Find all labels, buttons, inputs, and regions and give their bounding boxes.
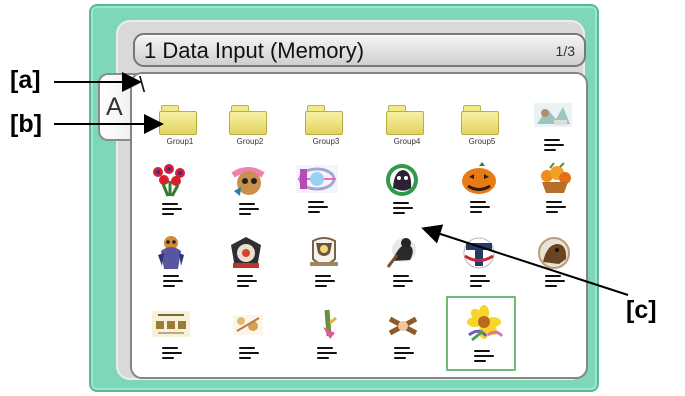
folder-label: Group1 [166,137,194,146]
fruit-basket-design-icon [541,162,571,193]
design-meta-icon [393,275,413,293]
folder-group4[interactable]: Group4 [377,99,437,167]
pumpkin-design-icon [462,162,496,194]
design-meta-icon [239,203,259,221]
design-item[interactable] [143,232,203,300]
design-item[interactable] [526,158,586,226]
design-meta-icon [474,350,494,368]
design-item[interactable] [450,158,510,226]
design-thumbnail-icon [534,103,572,127]
folder-group3[interactable]: Group3 [296,99,356,167]
flowers-design-icon [153,164,185,197]
design-meta-icon [237,275,257,293]
folder-icon [386,105,424,135]
folder-body [159,111,197,135]
animal-design-icon [538,237,570,269]
current-path: \ [139,72,146,97]
design-meta-icon [315,275,335,293]
design-meta-icon [162,347,182,365]
design-item[interactable] [450,232,510,300]
sunflower-design-icon [467,305,504,342]
emblem-design-icon [231,237,261,268]
design-meta-icon [393,202,413,220]
club-design-icon [152,311,190,337]
callout-b: [b] [10,110,42,138]
design-meta-icon [239,347,259,365]
folder-group1[interactable]: Group1 [150,99,210,167]
design-meta-icon [308,201,328,219]
design-item[interactable] [142,304,202,372]
folder-group5[interactable]: Group5 [452,99,512,167]
page-indicator: 1/3 [555,43,575,59]
tool-design-icon [323,309,337,339]
folder-label: Group4 [393,137,421,146]
folder-body [386,111,424,135]
design-meta-icon [163,275,183,293]
design-item[interactable] [373,232,433,300]
design-meta-icon [162,203,182,221]
folder-label: Group2 [236,137,264,146]
crest-design-icon [310,237,338,266]
design-item[interactable] [295,232,355,300]
stage: 1 Data Input (Memory) 1/3 A \ Group1 Gro… [0,0,685,396]
design-meta-icon [470,201,490,219]
design-meta-icon [544,139,564,157]
small-design-icon [233,315,263,335]
design-meta-icon [317,347,337,365]
design-item[interactable] [219,304,279,372]
pattern-design-icon [386,313,420,337]
design-meta-icon [546,201,566,219]
sports-design-icon [296,165,338,193]
callout-a: [a] [10,66,41,94]
bulldog-design-icon [231,167,265,196]
design-meta-icon [545,275,565,293]
folder-group2[interactable]: Group2 [220,99,280,167]
design-item[interactable] [297,304,357,372]
design-meta-icon [394,347,414,365]
design-item[interactable] [142,160,202,228]
folder-label: Group5 [468,137,496,146]
screen-title: 1 Data Input (Memory) [144,38,365,63]
drive-tab-label: A [106,93,123,121]
design-item[interactable] [374,304,434,372]
folder-icon [159,105,197,135]
folder-icon [229,105,267,135]
design-item[interactable] [524,96,584,164]
folder-label: Group3 [312,137,340,146]
design-meta-icon [470,275,490,293]
design-item[interactable] [373,159,433,227]
title-bar: 1 Data Input (Memory) 1/3 [133,33,586,67]
folder-body [229,111,267,135]
baseball-logo-design-icon [463,237,495,269]
folder-body [461,111,499,135]
baseball-player-design-icon [386,238,416,268]
design-item[interactable] [525,232,585,300]
gorilla-design-icon [386,164,418,196]
folder-body [305,111,343,135]
folder-icon [305,105,343,135]
folder-icon [461,105,499,135]
creature-design-icon [158,236,184,269]
selected-design-item[interactable] [446,296,516,371]
design-item[interactable] [288,158,348,226]
callout-c: [c] [626,296,657,324]
design-item[interactable] [219,160,279,228]
design-item[interactable] [217,232,277,300]
